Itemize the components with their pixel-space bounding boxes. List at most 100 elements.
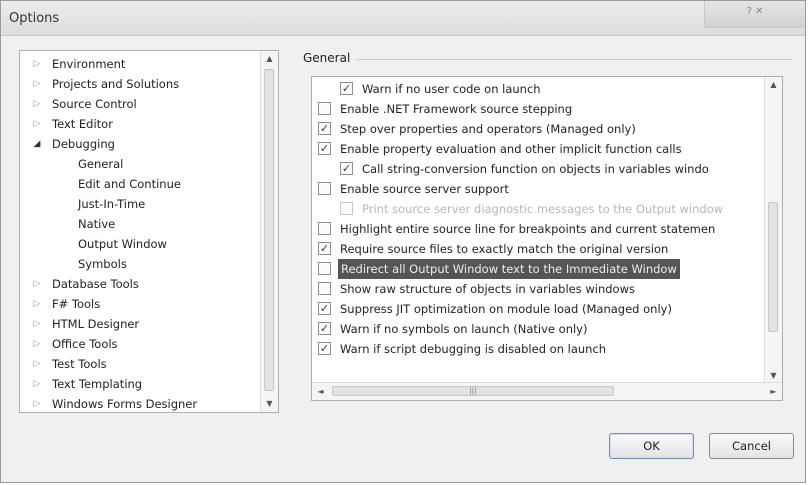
options-vertical-scrollbar[interactable]: ▲ ▼ bbox=[764, 77, 782, 384]
collapsed-arrow-icon[interactable]: ▷ bbox=[32, 294, 42, 314]
collapsed-arrow-icon[interactable]: ▷ bbox=[32, 314, 42, 334]
scroll-up-arrow-icon[interactable]: ▲ bbox=[765, 77, 782, 93]
option-checkbox[interactable]: ✓ bbox=[318, 122, 331, 135]
option-label: Enable .NET Framework source stepping bbox=[340, 102, 573, 116]
option-row[interactable]: ✓ Suppress JIT optimization on module loa… bbox=[318, 299, 758, 319]
scroll-left-arrow-icon[interactable]: ◄ bbox=[312, 383, 329, 400]
debugging-options-list[interactable]: ✓ Warn if no user code on launch Enable .N… bbox=[311, 76, 783, 401]
cancel-button[interactable]: Cancel bbox=[709, 433, 794, 459]
option-row[interactable]: ✓ Warn if no user code on launch bbox=[340, 79, 780, 99]
tree-item[interactable]: ◢ Debugging bbox=[20, 134, 260, 154]
option-row[interactable]: ✓ Warn if no symbols on launch (Native on… bbox=[318, 319, 758, 339]
collapsed-arrow-icon[interactable]: ▷ bbox=[32, 114, 42, 134]
tree-item-label: Environment bbox=[52, 57, 126, 71]
options-hscroll-thumb[interactable]: ||| bbox=[332, 386, 614, 396]
option-checkbox[interactable]: ✓ bbox=[340, 162, 353, 175]
option-checkbox[interactable]: ✓ bbox=[318, 322, 331, 335]
scroll-down-arrow-icon[interactable]: ▼ bbox=[261, 396, 278, 412]
option-checkbox[interactable]: ✓ bbox=[318, 302, 331, 315]
option-row[interactable]: ✓ Enable property evaluation and other im… bbox=[318, 139, 758, 159]
option-label: Enable source server support bbox=[340, 182, 509, 196]
group-label-general: General bbox=[303, 51, 351, 65]
tree-item[interactable]: Symbols bbox=[20, 254, 260, 274]
collapsed-arrow-icon[interactable]: ▷ bbox=[32, 334, 42, 354]
tree-item[interactable]: ▷ Text Editor bbox=[20, 114, 260, 134]
tree-item[interactable]: ▷ Office Tools bbox=[20, 334, 260, 354]
option-label: Warn if no symbols on launch (Native onl… bbox=[340, 322, 588, 336]
title-bar-controls[interactable]: ? ✕ bbox=[704, 1, 805, 28]
tree-item[interactable]: ▷ F# Tools bbox=[20, 294, 260, 314]
option-label: Enable property evaluation and other imp… bbox=[340, 142, 682, 156]
option-checkbox[interactable] bbox=[318, 182, 331, 195]
tree-item-label: Test Tools bbox=[52, 357, 107, 371]
tree-item-label: Database Tools bbox=[52, 277, 139, 291]
option-checkbox[interactable] bbox=[318, 262, 331, 275]
tree-vertical-scrollbar[interactable]: ▲ ▼ bbox=[260, 51, 278, 412]
option-row[interactable]: Show raw structure of objects in variabl… bbox=[318, 279, 758, 299]
option-label: Require source files to exactly match th… bbox=[340, 242, 669, 256]
options-category-tree[interactable]: ▷ Environment ▷ Projects and Solutions ▷ Sour… bbox=[19, 50, 279, 413]
tree-item-label: Text Templating bbox=[52, 377, 143, 391]
scroll-up-arrow-icon[interactable]: ▲ bbox=[261, 51, 278, 67]
option-row[interactable]: Print source server diagnostic messages … bbox=[340, 199, 780, 219]
option-checkbox[interactable]: ✓ bbox=[340, 82, 353, 95]
title-bar: Options ? ✕ bbox=[1, 1, 805, 36]
option-checkbox[interactable] bbox=[318, 282, 331, 295]
option-row[interactable]: ✓ Require source files to exactly match t… bbox=[318, 239, 758, 259]
tree-item[interactable]: ▷ Windows Forms Designer bbox=[20, 394, 260, 412]
option-checkbox[interactable]: ✓ bbox=[318, 242, 331, 255]
tree-item-label: Symbols bbox=[78, 257, 127, 271]
option-row[interactable]: Enable .NET Framework source stepping bbox=[318, 99, 758, 119]
collapsed-arrow-icon[interactable]: ▷ bbox=[32, 354, 42, 374]
tree-item[interactable]: Edit and Continue bbox=[20, 174, 260, 194]
tree-item[interactable]: ▷ Environment bbox=[20, 54, 260, 74]
tree-item[interactable]: ▷ Projects and Solutions bbox=[20, 74, 260, 94]
option-label: Step over properties and operators (Mana… bbox=[340, 122, 636, 136]
option-checkbox[interactable] bbox=[318, 222, 331, 235]
option-label: Suppress JIT optimization on module load… bbox=[340, 302, 672, 316]
tree-item-label: Office Tools bbox=[52, 337, 118, 351]
expanded-arrow-icon[interactable]: ◢ bbox=[32, 134, 42, 154]
options-dialog: Options ? ✕ ▷ Environment ▷ Projects and So… bbox=[0, 0, 806, 483]
tree-item-label: F# Tools bbox=[52, 297, 101, 311]
option-row[interactable]: ✓ Call string-conversion function on obje… bbox=[340, 159, 780, 179]
group-divider bbox=[357, 59, 792, 60]
option-label: Show raw structure of objects in variabl… bbox=[340, 282, 635, 296]
tree-item[interactable]: ▷ Text Templating bbox=[20, 374, 260, 394]
option-row[interactable]: Redirect all Output Window text to the I… bbox=[318, 259, 758, 279]
tree-item[interactable]: General bbox=[20, 154, 260, 174]
tree-item-label: Text Editor bbox=[52, 117, 113, 131]
option-checkbox[interactable]: ✓ bbox=[318, 342, 331, 355]
tree-item-label: General bbox=[78, 157, 124, 171]
window-title: Options bbox=[9, 11, 60, 26]
tree-item[interactable]: ▷ HTML Designer bbox=[20, 314, 260, 334]
option-row[interactable]: Highlight entire source line for breakpo… bbox=[318, 219, 758, 239]
option-label: Print source server diagnostic messages … bbox=[362, 202, 724, 216]
option-checkbox[interactable]: ✓ bbox=[318, 142, 331, 155]
collapsed-arrow-icon[interactable]: ▷ bbox=[32, 394, 42, 412]
tree-item[interactable]: ▷ Database Tools bbox=[20, 274, 260, 294]
options-horizontal-scrollbar[interactable]: ◄ ||| ► bbox=[312, 382, 782, 400]
collapsed-arrow-icon[interactable]: ▷ bbox=[32, 374, 42, 394]
collapsed-arrow-icon[interactable]: ▷ bbox=[32, 94, 42, 114]
option-label: Call string-conversion function on objec… bbox=[362, 162, 709, 176]
option-row[interactable]: ✓ Warn if script debugging is disabled on… bbox=[318, 339, 758, 359]
tree-item[interactable]: Output Window bbox=[20, 234, 260, 254]
tree-item[interactable]: Native bbox=[20, 214, 260, 234]
tree-item[interactable]: ▷ Source Control bbox=[20, 94, 260, 114]
collapsed-arrow-icon[interactable]: ▷ bbox=[32, 274, 42, 294]
option-checkbox bbox=[340, 202, 353, 215]
option-label: Warn if no user code on launch bbox=[362, 82, 541, 96]
options-vscroll-thumb[interactable] bbox=[768, 202, 778, 332]
collapsed-arrow-icon[interactable]: ▷ bbox=[32, 54, 42, 74]
option-row[interactable]: ✓ Step over properties and operators (Man… bbox=[318, 119, 758, 139]
tree-item[interactable]: ▷ Test Tools bbox=[20, 354, 260, 374]
tree-scroll-thumb[interactable] bbox=[264, 69, 274, 391]
tree-item[interactable]: Just-In-Time bbox=[20, 194, 260, 214]
ok-button[interactable]: OK bbox=[609, 433, 694, 459]
option-checkbox[interactable] bbox=[318, 102, 331, 115]
option-row[interactable]: Enable source server support bbox=[318, 179, 758, 199]
option-label: Highlight entire source line for breakpo… bbox=[340, 222, 716, 236]
scroll-right-arrow-icon[interactable]: ► bbox=[765, 383, 782, 400]
collapsed-arrow-icon[interactable]: ▷ bbox=[32, 74, 42, 94]
